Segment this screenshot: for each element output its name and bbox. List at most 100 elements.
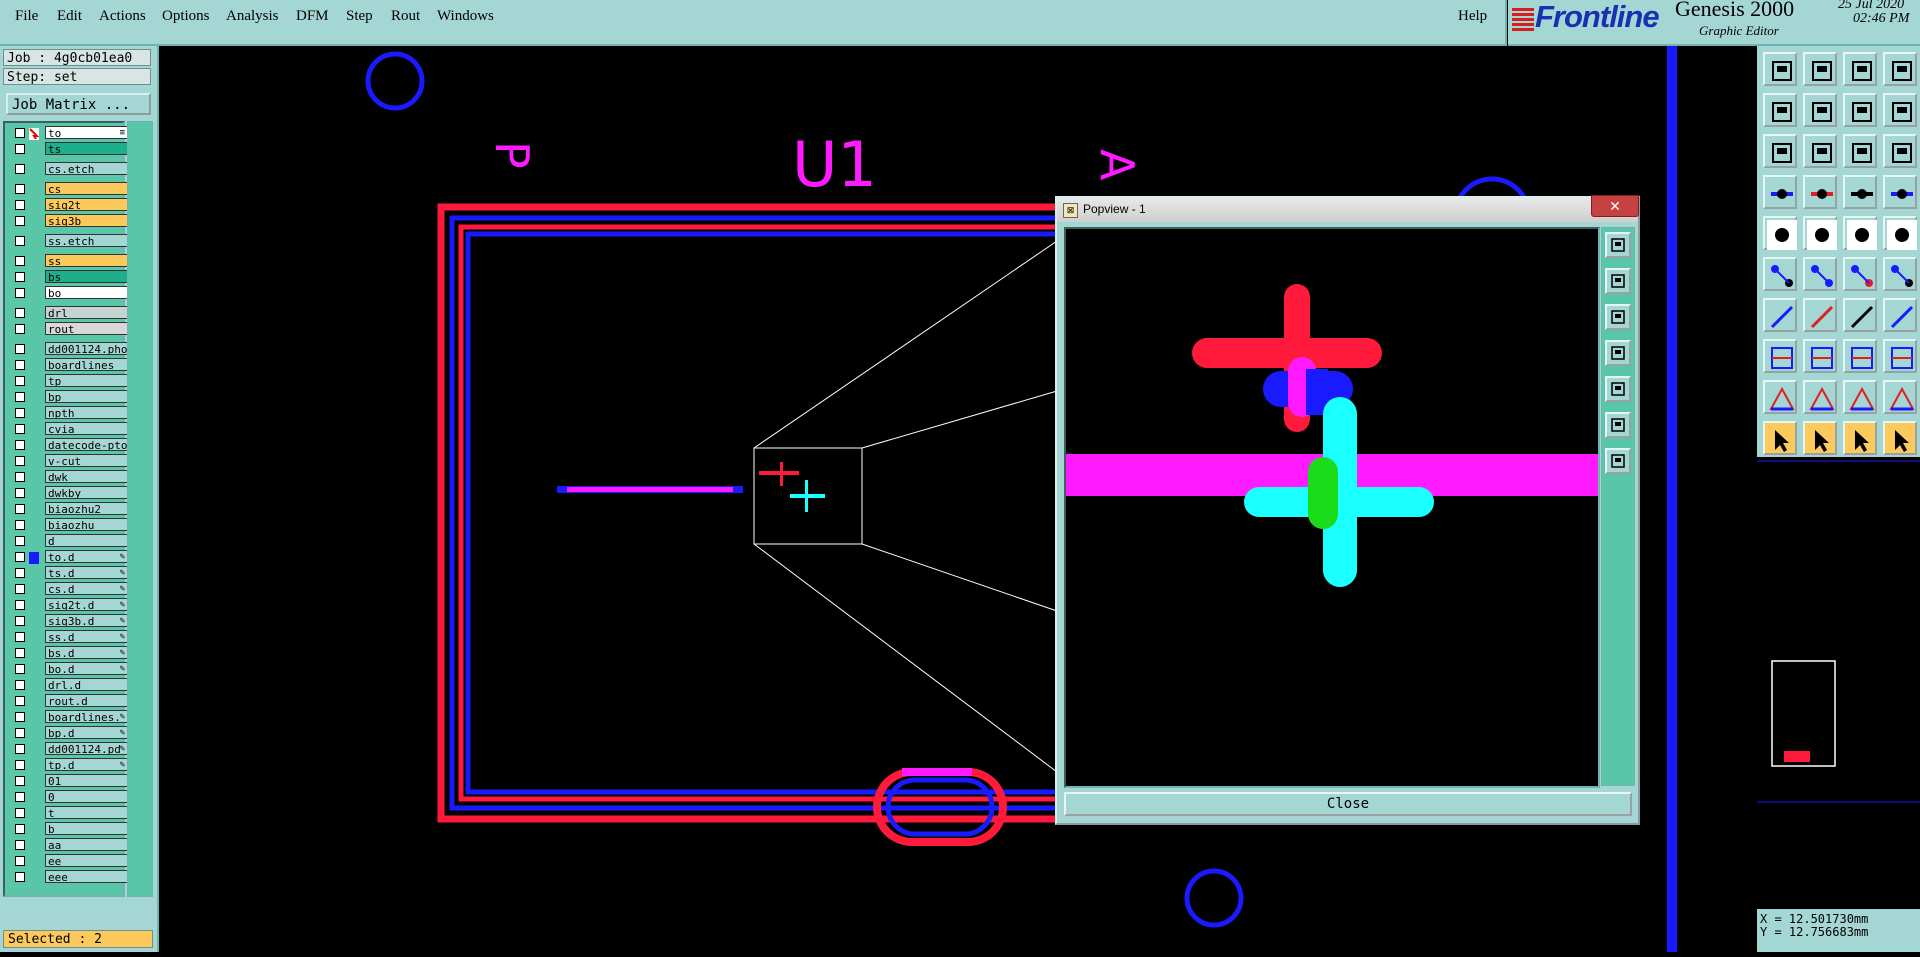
layer-indicator[interactable] (29, 855, 39, 867)
layer-row[interactable]: rout.d (9, 694, 128, 708)
select4-icon[interactable] (1883, 421, 1917, 455)
layer-checkbox[interactable] (15, 376, 25, 386)
layer-list-scrollbar[interactable] (127, 121, 153, 897)
select3-icon[interactable] (1843, 421, 1877, 455)
layer-name[interactable]: bo (45, 286, 128, 299)
menu-windows[interactable]: Windows (437, 8, 494, 25)
layer-checkbox[interactable] (15, 872, 25, 882)
layer-row[interactable]: bs.d ✎ (9, 646, 128, 660)
layer-checkbox[interactable] (15, 236, 25, 246)
layer-checkbox[interactable] (15, 128, 25, 138)
active-layer-icon[interactable] (29, 551, 39, 564)
layer-indicator[interactable] (29, 711, 39, 723)
layer-checkbox[interactable] (15, 392, 25, 402)
connect-icon[interactable] (1763, 257, 1797, 291)
layer-row[interactable]: tp.d ✎ (9, 758, 128, 772)
layer-row[interactable]: biaozhu (9, 518, 128, 532)
minus-icon[interactable] (1803, 339, 1837, 373)
menu-help[interactable]: Help (1458, 8, 1487, 25)
layer-indicator[interactable] (29, 215, 39, 227)
layer-indicator[interactable] (29, 183, 39, 195)
layer-indicator[interactable] (29, 679, 39, 691)
layer-indicator[interactable] (29, 163, 39, 175)
arc-shape-icon[interactable] (1883, 380, 1917, 414)
layer-row[interactable]: 0 (9, 790, 128, 804)
layer-indicator[interactable] (29, 199, 39, 211)
layer-row[interactable]: cs.etch (9, 162, 128, 176)
layer-checkbox[interactable] (15, 308, 25, 318)
layer-name[interactable]: 0 (45, 790, 128, 803)
layer-name[interactable]: to ≡ (45, 126, 128, 139)
help-icon[interactable] (1883, 134, 1917, 168)
layer-indicator[interactable] (29, 567, 39, 579)
layer-checkbox[interactable] (15, 568, 25, 578)
delete-icon[interactable] (1803, 257, 1837, 291)
layer-name[interactable]: tp.d ✎ (45, 758, 128, 771)
layer-indicator[interactable] (29, 791, 39, 803)
layer-checkbox[interactable] (15, 728, 25, 738)
layer-name[interactable]: d (45, 534, 128, 547)
trapezoid-icon[interactable] (1843, 380, 1877, 414)
layer-checkbox[interactable] (15, 488, 25, 498)
layer-name[interactable]: tp (45, 374, 128, 387)
layer-row[interactable]: cvia (9, 422, 128, 436)
layer-checkbox[interactable] (15, 696, 25, 706)
layer-row[interactable]: bs (9, 270, 128, 284)
layer-name[interactable]: cs.etch (45, 162, 128, 175)
layer-name[interactable]: cvia (45, 422, 128, 435)
layer-row[interactable]: ts (9, 142, 128, 156)
layer-row[interactable]: rout (9, 322, 128, 336)
layer-row[interactable]: v-cut (9, 454, 128, 468)
layer-indicator[interactable] (29, 471, 39, 483)
layer-indicator[interactable] (29, 615, 39, 627)
layer-row[interactable]: tp (9, 374, 128, 388)
grid-icon[interactable] (1883, 339, 1917, 373)
layer-checkbox[interactable] (15, 744, 25, 754)
layer-row[interactable]: datecode-pto (9, 438, 128, 452)
layer-indicator[interactable] (29, 503, 39, 515)
layer-name[interactable]: dwk (45, 470, 128, 483)
measure-icon[interactable] (1763, 175, 1797, 209)
circle-pad-icon[interactable] (1763, 216, 1797, 250)
layer-row[interactable]: ee (9, 854, 128, 868)
layer-indicator[interactable] (29, 871, 39, 883)
job-matrix-button[interactable]: Job Matrix ... (6, 93, 151, 115)
layer-row[interactable]: to ≡ (9, 126, 128, 140)
layer-indicator[interactable] (29, 519, 39, 531)
layer-indicator[interactable] (29, 359, 39, 371)
layer-name[interactable]: ss.etch (45, 234, 128, 247)
layer-name[interactable]: boardlines. ✎ (45, 710, 128, 723)
pv-zoom-out-icon[interactable] (1605, 448, 1631, 474)
menu-actions[interactable]: Actions (99, 8, 146, 25)
layer-indicator[interactable] (29, 583, 39, 595)
layer-indicator[interactable] (29, 743, 39, 755)
layer-indicator[interactable] (29, 391, 39, 403)
layer-name[interactable]: eee (45, 870, 128, 883)
pad-icon[interactable] (1803, 175, 1837, 209)
layer-row[interactable]: sig3b (9, 214, 128, 228)
layer-row[interactable]: drl (9, 306, 128, 320)
layer-name[interactable]: ss.d ✎ (45, 630, 128, 643)
arc-icon[interactable] (1843, 298, 1877, 332)
mini-map[interactable] (1757, 457, 1920, 909)
layer-name[interactable]: bo.d ✎ (45, 662, 128, 675)
ratio-icon[interactable] (1843, 134, 1877, 168)
layer-indicator[interactable] (29, 487, 39, 499)
layer-checkbox[interactable] (15, 472, 25, 482)
layer-row[interactable]: bo (9, 286, 128, 300)
open-layer-icon[interactable] (1763, 52, 1797, 86)
layer-checkbox[interactable] (15, 552, 25, 562)
close-icon[interactable]: ✕ (1591, 195, 1639, 217)
layer-row[interactable]: to.d ✎ (9, 550, 128, 564)
layer-checkbox[interactable] (15, 536, 25, 546)
layer-name[interactable]: bs (45, 270, 128, 283)
layer-name[interactable]: bs.d ✎ (45, 646, 128, 659)
layer-row[interactable]: 01 (9, 774, 128, 788)
minimap-viewport[interactable] (1771, 660, 1836, 767)
layer-indicator[interactable] (29, 143, 39, 155)
layer-checkbox[interactable] (15, 600, 25, 610)
pv-pan-left-icon[interactable] (1605, 340, 1631, 366)
layer-row[interactable]: boardlines (9, 358, 128, 372)
layer-row[interactable]: dd001124.pho (9, 342, 128, 356)
layer-indicator[interactable] (29, 255, 39, 267)
